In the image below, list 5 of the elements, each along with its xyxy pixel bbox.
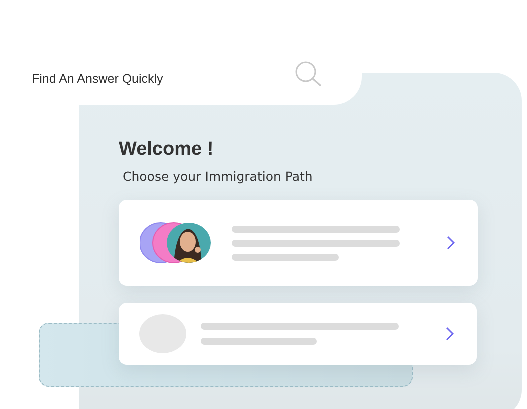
path-card[interactable] xyxy=(119,200,478,286)
subtitle: Choose your Immigration Path xyxy=(123,169,314,184)
chevron-right-icon xyxy=(445,327,455,341)
chevron-right-icon xyxy=(446,236,456,250)
welcome-title: Welcome ! xyxy=(119,139,215,161)
